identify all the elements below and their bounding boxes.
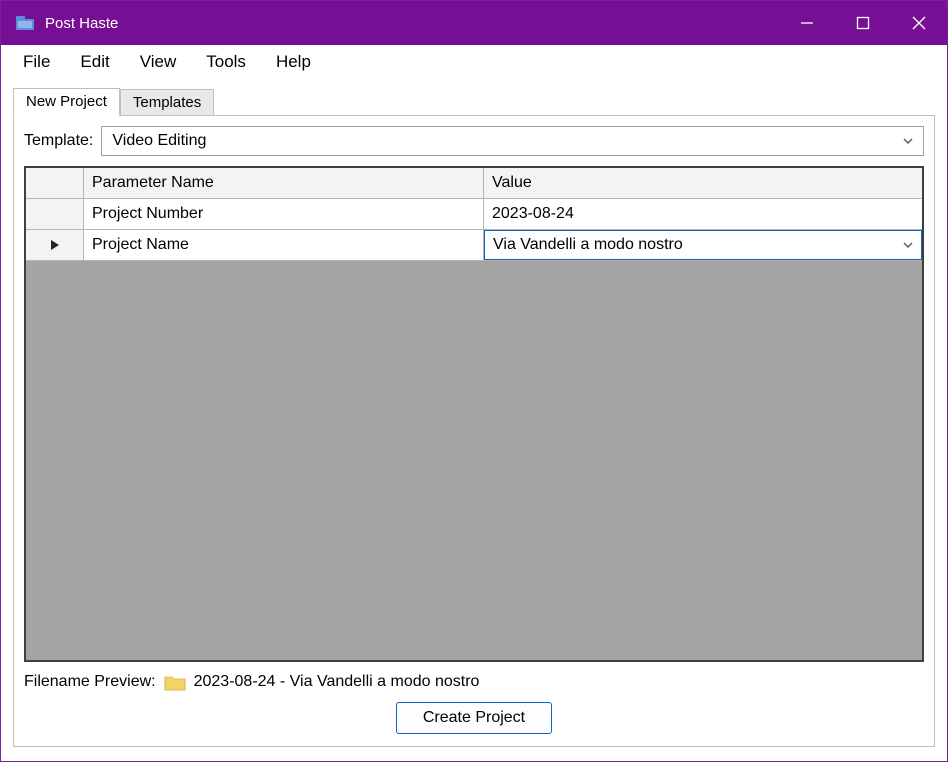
menubar: File Edit View Tools Help (1, 45, 947, 79)
menu-help[interactable]: Help (262, 48, 325, 76)
current-row-indicator-icon (26, 230, 84, 260)
create-row: Create Project (24, 702, 924, 734)
param-value-cell[interactable]: 2023-08-24 (484, 199, 922, 229)
template-select-value: Video Editing (112, 132, 206, 150)
chevron-down-icon[interactable] (901, 238, 915, 252)
col-header-parameter[interactable]: Parameter Name (84, 168, 484, 198)
param-name-cell[interactable]: Project Number (84, 199, 484, 229)
tabpanel-new-project: Template: Video Editing Parameter Name V… (13, 115, 935, 747)
close-button[interactable] (891, 1, 947, 45)
menu-view[interactable]: View (126, 48, 191, 76)
app-window: Post Haste File Edit View Tools Help New… (0, 0, 948, 762)
titlebar[interactable]: Post Haste (1, 1, 947, 45)
client-area: New Project Templates Template: Video Ed… (1, 79, 947, 761)
filename-preview-value: 2023-08-24 - Via Vandelli a modo nostro (194, 673, 480, 691)
template-select[interactable]: Video Editing (101, 126, 924, 156)
table-row[interactable]: Project Name Via Vandelli a modo nostro (26, 230, 922, 261)
grid-header-row: Parameter Name Value (26, 168, 922, 199)
row-header (26, 199, 84, 229)
folder-icon (164, 672, 186, 692)
menu-tools[interactable]: Tools (192, 48, 260, 76)
chevron-down-icon (901, 134, 915, 148)
param-value-combo-text: Via Vandelli a modo nostro (493, 236, 683, 254)
tab-templates[interactable]: Templates (120, 89, 214, 116)
table-row[interactable]: Project Number 2023-08-24 (26, 199, 922, 230)
grid-body: Project Number 2023-08-24 Project Name V… (26, 199, 922, 660)
app-icon (15, 15, 35, 31)
filename-preview-row: Filename Preview: 2023-08-24 - Via Vande… (24, 672, 924, 692)
param-name-cell[interactable]: Project Name (84, 230, 484, 260)
param-value-combo[interactable]: Via Vandelli a modo nostro (484, 230, 922, 260)
create-project-button[interactable]: Create Project (396, 702, 552, 734)
param-value-cell[interactable]: Via Vandelli a modo nostro (484, 230, 922, 260)
tab-new-project[interactable]: New Project (13, 88, 120, 116)
grid-corner (26, 168, 84, 198)
menu-file[interactable]: File (9, 48, 64, 76)
minimize-button[interactable] (779, 1, 835, 45)
window-title: Post Haste (45, 15, 118, 32)
col-header-value[interactable]: Value (484, 168, 922, 198)
parameters-grid: Parameter Name Value Project Number 2023… (24, 166, 924, 662)
menu-edit[interactable]: Edit (66, 48, 123, 76)
template-row: Template: Video Editing (24, 126, 924, 156)
template-label: Template: (24, 132, 93, 150)
maximize-button[interactable] (835, 1, 891, 45)
filename-preview-label: Filename Preview: (24, 673, 156, 691)
tabstrip: New Project Templates (13, 85, 935, 115)
